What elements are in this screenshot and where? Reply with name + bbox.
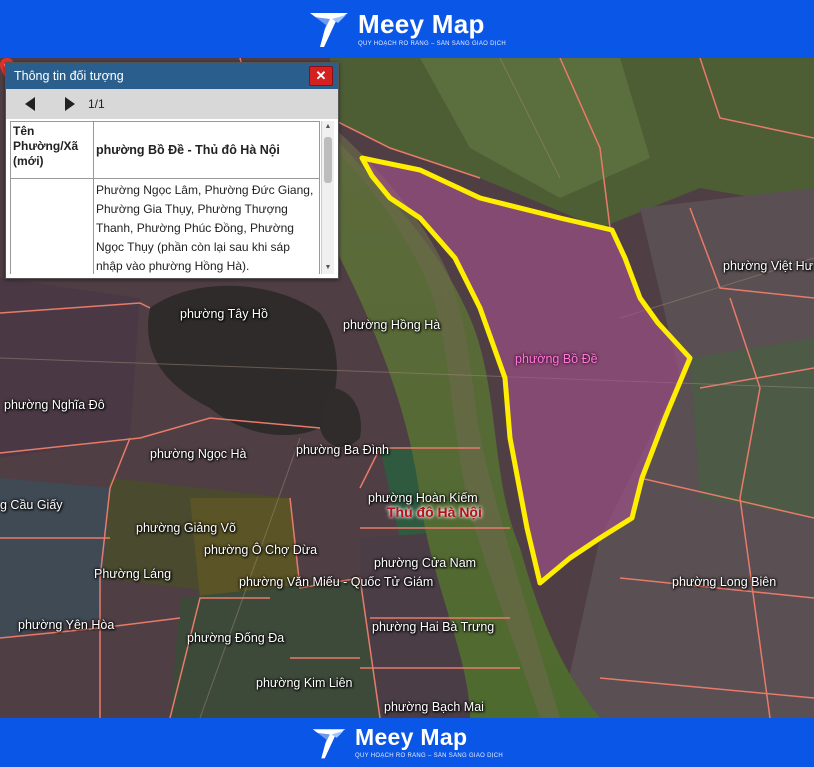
map-label-van-mieu: phường Văn Miếu - Quốc Tử Giám <box>239 575 434 589</box>
map-label-giang-vo: phường Giảng Võ <box>136 521 236 535</box>
row-value-ward-name: phường Bồ Đề - Thủ đô Hà Nội <box>93 121 320 179</box>
map-label-hai-ba-trung: phường Hai Bà Trưng <box>372 620 495 634</box>
brand-name: Meey Map <box>358 9 485 39</box>
pager: 1/1 <box>6 89 338 119</box>
row-key-merged: Sáp nhập <box>10 178 94 274</box>
map-label-cau-giay: g Cầu Giấy <box>0 498 63 512</box>
map-label-tay-ho: phường Tây Hồ <box>180 307 268 321</box>
map-label-o-cho-dua: phường Ô Chợ Dừa <box>204 543 318 557</box>
table-row: Tên Phường/Xã (mới) phường Bồ Đề - Thủ đ… <box>10 121 320 179</box>
close-button[interactable]: ✕ <box>309 66 333 86</box>
header-bar: Meey Map QUY HOẠCH RÕ RÀNG – SẴN SÀNG GI… <box>0 0 814 58</box>
info-table: Tên Phường/Xã (mới) phường Bồ Đề - Thủ đ… <box>10 121 320 274</box>
map-label-cua-nam: phường Cửa Nam <box>374 556 477 570</box>
brand[interactable]: Meey Map QUY HOẠCH RÕ RÀNG – SẴN SÀNG GI… <box>308 7 506 51</box>
info-panel-header[interactable]: Thông tin đối tượng ✕ <box>6 63 338 89</box>
map-label-capital: Thủ đô Hà Nội <box>387 504 482 520</box>
info-panel-title: Thông tin đối tượng <box>14 69 124 83</box>
panel-scrollbar[interactable]: ▲ ▼ <box>321 121 334 274</box>
table-row: Sáp nhập Phường Ngọc Lâm, Phường Đức Gia… <box>10 178 320 274</box>
brand-tagline: QUY HOẠCH RÕ RÀNG – SẴN SÀNG GIAO DỊCH <box>358 41 506 47</box>
map-label-ngoc-ha: phường Ngọc Hà <box>150 447 247 461</box>
meey-logo-icon <box>310 13 348 47</box>
scroll-up-icon[interactable]: ▲ <box>322 121 334 133</box>
map-label-ba-dinh: phường Ba Đình <box>296 443 390 457</box>
info-panel: Thông tin đối tượng ✕ 1/1 Tên Phường/Xã … <box>5 62 339 279</box>
map-label-dong-da: phường Đống Đa <box>187 631 285 645</box>
info-panel-body[interactable]: Tên Phường/Xã (mới) phường Bồ Đề - Thủ đ… <box>10 121 334 274</box>
meey-logo-icon <box>312 728 346 758</box>
brand-footer[interactable]: Meey Map QUY HOẠCH RÕ RÀNG – SẴN SÀNG GI… <box>311 724 503 762</box>
pager-count: 1/1 <box>88 97 105 111</box>
row-key-ward-name: Tên Phường/Xã (mới) <box>10 121 94 179</box>
map-label-long-bien: phường Long Biên <box>672 575 777 589</box>
map-label-lang: Phường Láng <box>94 567 172 581</box>
scroll-thumb[interactable] <box>324 137 332 183</box>
footer-bar: Meey Map QUY HOẠCH RÕ RÀNG – SẴN SÀNG GI… <box>0 718 814 767</box>
brand-tagline: QUY HOẠCH RÕ RÀNG – SẴN SÀNG GIAO DỊCH <box>355 753 503 759</box>
map-label-kim-lien: phường Kim Liên <box>256 676 353 690</box>
map-label-hoan-kiem: phường Hoàn Kiếm <box>368 491 478 505</box>
brand-name: Meey Map <box>355 724 468 750</box>
map-label-yen-hoa: phường Yên Hòa <box>18 618 115 632</box>
prev-arrow-icon[interactable] <box>22 95 40 113</box>
map-label-bach-mai: phường Bạch Mai <box>384 700 484 714</box>
map-label-nghia-do: phường Nghĩa Đô <box>4 398 105 412</box>
scroll-down-icon[interactable]: ▼ <box>322 262 334 274</box>
map-label-viet-hung: phường Việt Hưng <box>723 259 814 273</box>
map-label-hong-ha: phường Hồng Hà <box>343 318 441 332</box>
next-arrow-icon[interactable] <box>60 95 78 113</box>
map-label-bo-de: phường Bồ Đề <box>515 352 598 366</box>
row-value-merged: Phường Ngọc Lâm, Phường Đức Giang, Phườn… <box>93 178 320 274</box>
